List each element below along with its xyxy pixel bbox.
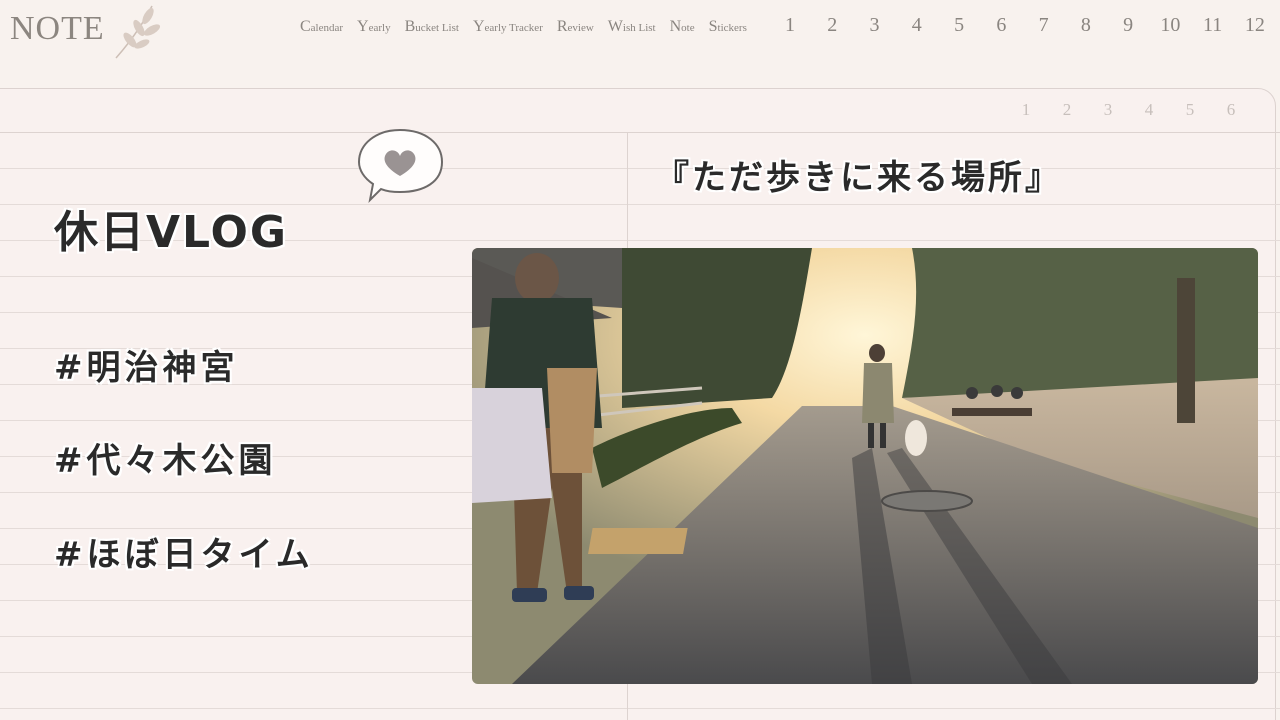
month-tabs: 1 2 3 4 5 6 7 8 9 10 11 12: [775, 14, 1270, 37]
month-tab-8[interactable]: 8: [1071, 14, 1101, 37]
nav-item-label: eview: [567, 22, 594, 34]
nav-item-yearly[interactable]: Yearly: [357, 18, 391, 36]
nav-item-initial: B: [404, 18, 416, 35]
nav-item-initial: W: [607, 18, 623, 35]
main-nav: Calendar Yearly Bucket List Yearly Tracker R…: [300, 18, 747, 36]
month-tab-7[interactable]: 7: [1029, 14, 1059, 37]
month-tab-6[interactable]: 6: [986, 14, 1016, 37]
nav-item-note[interactable]: Note: [670, 18, 695, 36]
month-tab-12[interactable]: 12: [1240, 14, 1270, 37]
week-tab-2[interactable]: 2: [1047, 100, 1087, 120]
photo-illustration: [472, 248, 1258, 684]
park-photo: [472, 248, 1258, 684]
vlog-title: 休日VLOG: [54, 207, 289, 258]
speech-bubble-heart-icon: [357, 128, 444, 203]
month-tab-1[interactable]: 1: [775, 14, 805, 37]
nav-item-wish-list[interactable]: Wish List: [608, 18, 656, 36]
logo[interactable]: NOTE: [10, 10, 105, 48]
nav-item-bucket-list[interactable]: Bucket List: [405, 18, 459, 36]
nav-item-stickers[interactable]: Stickers: [709, 18, 747, 36]
month-tab-11[interactable]: 11: [1198, 14, 1228, 37]
month-tab-2[interactable]: 2: [817, 14, 847, 37]
week-tab-4[interactable]: 4: [1129, 100, 1169, 120]
hashtag-hobonichi-time: #ほぼ日タイム: [54, 535, 314, 575]
nav-item-initial: Y: [357, 18, 369, 35]
top-header: NOTE Calendar Yearly Bucket List Yearly Tra…: [0, 0, 1280, 60]
nav-item-initial: N: [669, 18, 682, 35]
nav-item-initial: Y: [472, 18, 485, 35]
hashtag-meiji-jingu: #明治神宮: [54, 348, 239, 388]
month-tab-5[interactable]: 5: [944, 14, 974, 37]
logo-text: NOTE: [10, 10, 105, 47]
week-tab-6[interactable]: 6: [1211, 100, 1251, 120]
leaf-sprig-icon: [115, 5, 161, 59]
nav-item-review[interactable]: Review: [557, 18, 594, 36]
week-tab-1[interactable]: 1: [1006, 100, 1046, 120]
nav-item-initial: R: [556, 18, 568, 35]
hashtag-yoyogi-park: #代々木公園: [54, 441, 277, 481]
nav-item-label: early Tracker: [484, 22, 543, 34]
nav-item-calendar[interactable]: Calendar: [300, 18, 343, 36]
nav-item-label: ish List: [622, 22, 656, 34]
month-tab-3[interactable]: 3: [860, 14, 890, 37]
nav-item-label: tickers: [717, 22, 747, 34]
nav-item-yearly-tracker[interactable]: Yearly Tracker: [473, 18, 543, 36]
week-tab-3[interactable]: 3: [1088, 100, 1128, 120]
month-tab-10[interactable]: 10: [1155, 14, 1185, 37]
month-tab-9[interactable]: 9: [1113, 14, 1143, 37]
nav-item-label: ucket List: [415, 22, 459, 34]
week-tab-5[interactable]: 5: [1170, 100, 1210, 120]
nav-item-label: ote: [681, 22, 695, 34]
page-quote: 『ただ歩きに来る場所』: [655, 158, 1062, 198]
nav-item-initial: C: [300, 18, 311, 35]
nav-item-label: alendar: [310, 22, 344, 34]
nav-item-initial: S: [708, 18, 718, 35]
month-tab-4[interactable]: 4: [902, 14, 932, 37]
week-tabs: 123456: [1006, 100, 1251, 120]
nav-item-label: early: [368, 22, 391, 34]
